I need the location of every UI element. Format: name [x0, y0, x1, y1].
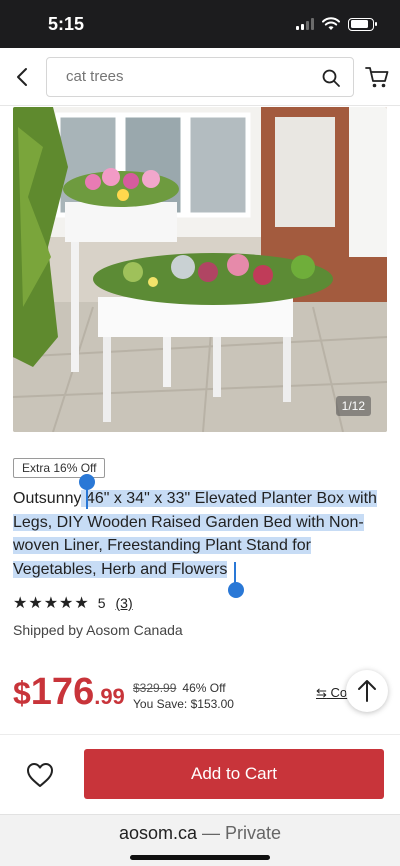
browser-address-bar: aosom.ca — Private [0, 814, 400, 866]
bottom-action-bar: Add to Cart [0, 734, 400, 814]
add-to-cart-button[interactable]: Add to Cart [84, 749, 384, 799]
status-bar: 5:15 [0, 0, 400, 48]
selection-end-handle[interactable] [228, 582, 244, 598]
private-mode-label: — Private [197, 823, 282, 843]
status-time: 5:15 [48, 14, 85, 34]
rating-row: ★★★★★ 5 (3) [13, 593, 133, 613]
back-arrow-icon[interactable] [10, 64, 36, 90]
cart-icon[interactable] [364, 64, 390, 90]
selection-end-caret [234, 562, 236, 584]
search-icon[interactable] [321, 68, 341, 88]
planter-photo [13, 107, 387, 432]
heart-icon[interactable] [24, 759, 56, 791]
rating-value: 5 [97, 595, 106, 611]
price-currency: $ [13, 675, 31, 711]
wifi-icon [322, 17, 340, 30]
url-domain: aosom.ca [118, 823, 197, 843]
compare-label: Co [330, 685, 348, 700]
arrow-up-icon [358, 680, 376, 702]
image-counter: 1/12 [335, 396, 371, 416]
shipped-by: Shipped by Aosom Canada [13, 622, 183, 638]
price-cents: .99 [94, 684, 125, 709]
original-price: $329.99 [133, 681, 177, 695]
search-box[interactable] [46, 57, 354, 97]
status-icons [296, 17, 377, 31]
scroll-to-top-button[interactable] [346, 670, 388, 712]
price-details: $329.99 46% Off You Save: $153.00 [133, 680, 234, 712]
home-indicator[interactable] [130, 855, 270, 860]
rating-stars: ★★★★★ [13, 595, 90, 612]
selection-start-caret [86, 487, 88, 509]
product-title: Outsunny 46" x 34" x 33" Elevated Plante… [13, 487, 385, 581]
reviews-link[interactable]: (3) [116, 595, 133, 611]
cellular-signal-icon [296, 18, 314, 30]
url-display[interactable]: aosom.ca — Private [0, 823, 400, 844]
battery-level [350, 20, 369, 28]
current-price: $176.99 [13, 671, 125, 714]
product-brand: Outsunny [13, 490, 82, 507]
top-navigation-bar [0, 48, 400, 106]
battery-icon [348, 17, 377, 31]
compare-link[interactable]: ⇆ Co [316, 685, 347, 701]
search-input[interactable] [66, 68, 306, 85]
price-dollars: 176 [30, 671, 95, 713]
discount-percent: 46% Off [182, 681, 226, 695]
compare-icon: ⇆ [316, 685, 327, 700]
you-save: You Save: $153.00 [133, 697, 234, 711]
product-image[interactable]: 1/12 [13, 107, 387, 432]
